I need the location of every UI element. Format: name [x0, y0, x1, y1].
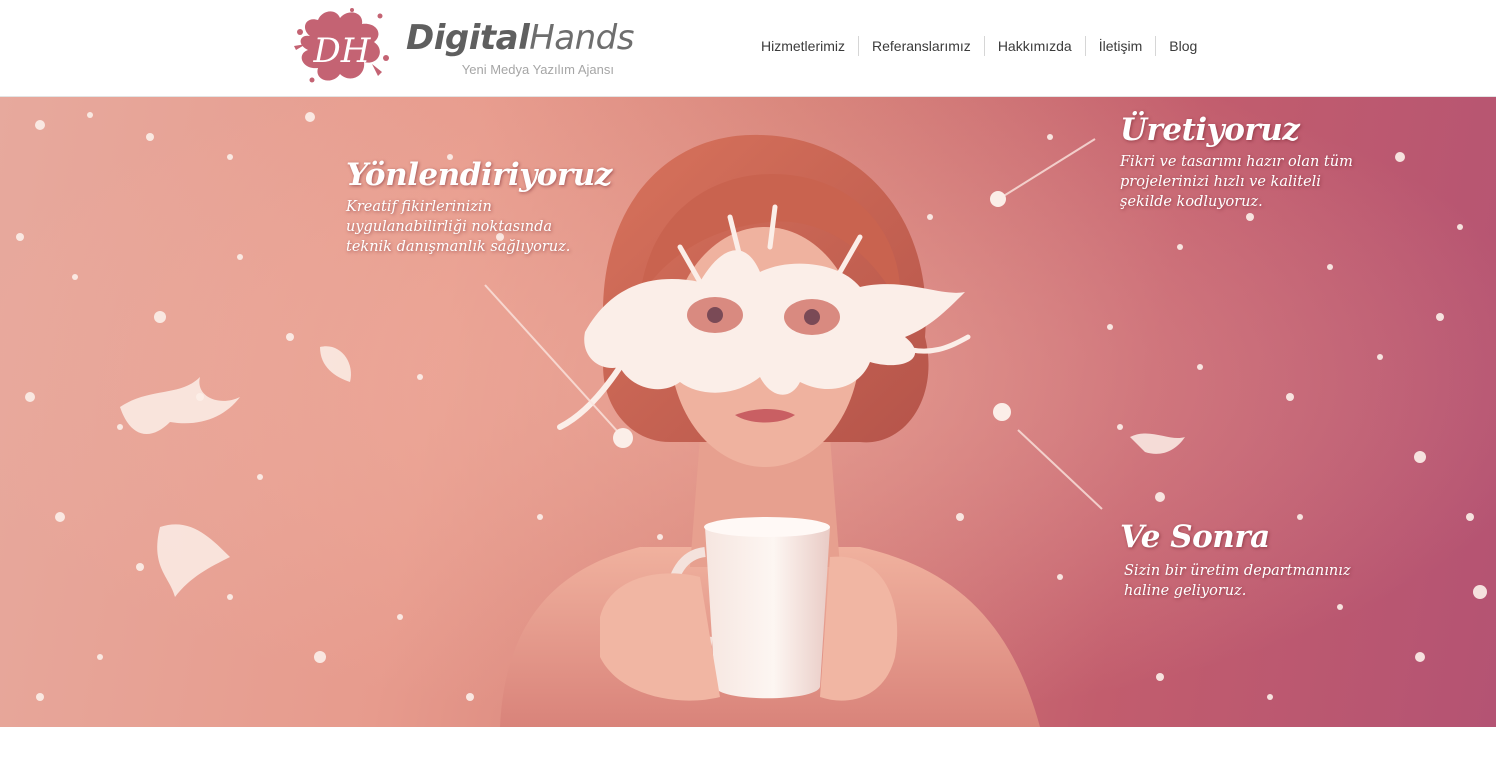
hero-caption-guide: Yönlendiriyoruz Kreatif fikirlerinizin u… — [346, 157, 612, 257]
hero-caption-produce: Üretiyoruz Fikri ve tasarımı hazır olan … — [1120, 112, 1356, 212]
caption-title: Ve Sonra — [1120, 519, 1270, 555]
page-bottom — [0, 727, 1496, 768]
logo-splash-icon: DH — [294, 8, 389, 83]
caption-text: Sizin bir üretim departmanınız haline ge… — [1124, 563, 1351, 599]
nav-item-services[interactable]: Hizmetlerimiz — [748, 36, 858, 56]
caption-text: Fikri ve tasarımı hazır olan tüm projele… — [1120, 154, 1353, 210]
logo-name-second: Hands — [529, 18, 634, 58]
nav-item-contact[interactable]: İletişim — [1084, 36, 1156, 56]
logo-tagline: Yeni Medya Yazılım Ajansı — [461, 62, 614, 77]
logo-wordmark: DigitalHands — [406, 18, 634, 58]
logo-name-first: Digital — [406, 18, 530, 58]
nav-item-about[interactable]: Hakkımızda — [983, 36, 1085, 56]
caption-title: Üretiyoruz — [1120, 112, 1300, 148]
caption-title: Yönlendiriyoruz — [346, 157, 612, 193]
nav-item-blog[interactable]: Blog — [1155, 36, 1210, 56]
main-nav: Hizmetlerimiz Referanslarımız Hakkımızda… — [748, 35, 1210, 57]
caption-text: Kreatif fikirlerinizin uygulanabilirliği… — [346, 199, 571, 255]
logo-link[interactable]: DH DigitalHands Yeni Medya Yazılım Ajans… — [292, 6, 634, 88]
logo-initials: DH — [313, 31, 372, 71]
hero-caption-then: Ve Sonra Sizin bir üretim departmanınız … — [1120, 519, 1360, 601]
nav-item-references[interactable]: Referanslarımız — [858, 36, 984, 56]
site-header: DH DigitalHands Yeni Medya Yazılım Ajans… — [0, 0, 1496, 97]
hero-slider: Yönlendiriyoruz Kreatif fikirlerinizin u… — [0, 97, 1496, 727]
